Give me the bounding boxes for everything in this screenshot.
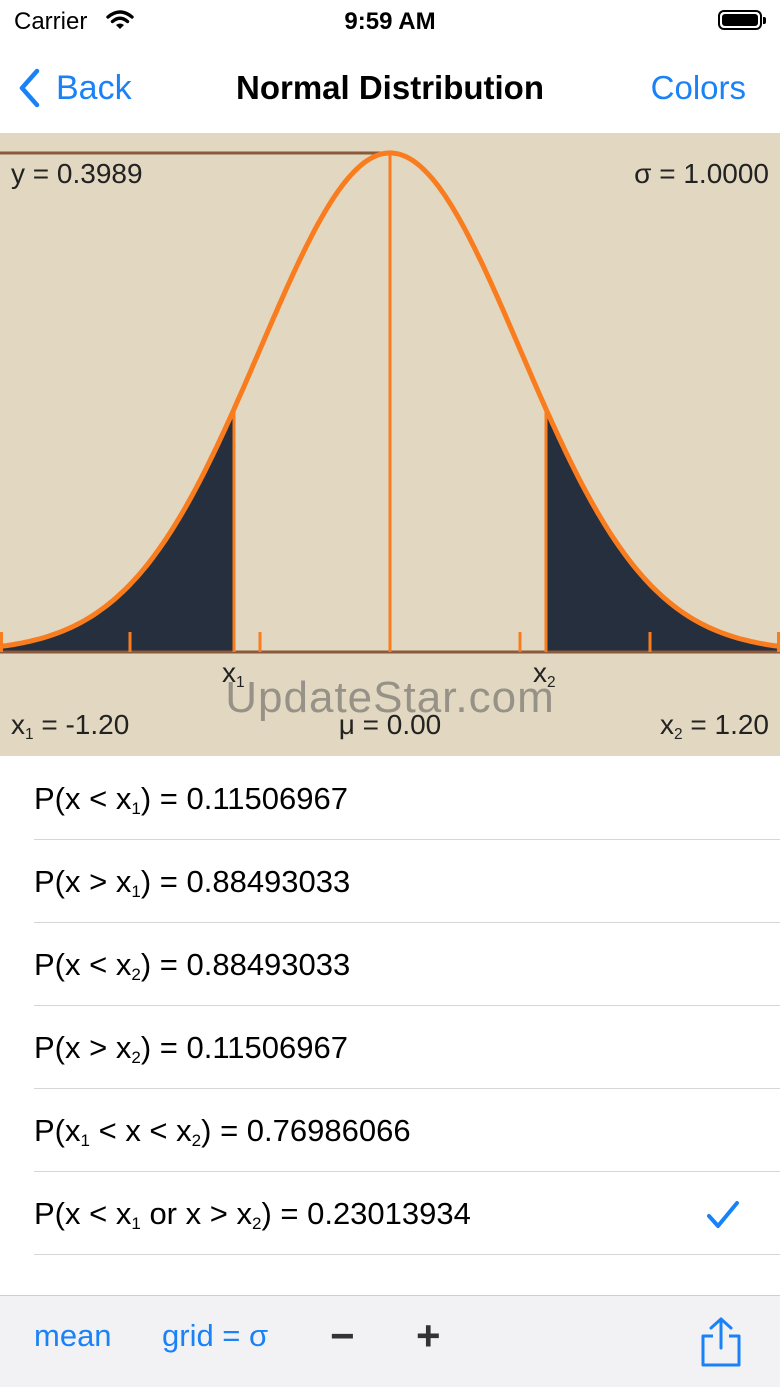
plus-button[interactable]: + bbox=[416, 1312, 441, 1360]
peak-y-label: y = 0.3989 bbox=[11, 158, 143, 189]
bottom-toolbar: mean grid = σ − + bbox=[0, 1295, 780, 1387]
chart-canvas bbox=[0, 150, 780, 654]
x2-value-label: x2 = 1.20 bbox=[660, 709, 769, 743]
list-item[interactable]: P(x < x1) = 0.11506967 bbox=[34, 757, 780, 840]
grid-button[interactable]: grid = σ bbox=[162, 1318, 268, 1354]
battery-icon bbox=[718, 10, 766, 30]
probability-list: P(x < x1) = 0.11506967 P(x > x1) = 0.884… bbox=[0, 757, 780, 1255]
right-tail-area bbox=[546, 409, 780, 652]
normal-distribution-chart[interactable]: y = 0.3989 σ = 1.0000 x1 x2 UpdateStar.c… bbox=[0, 133, 780, 756]
list-item[interactable]: P(x > x2) = 0.11506967 bbox=[34, 1006, 780, 1089]
share-icon[interactable] bbox=[698, 1316, 744, 1373]
left-tail-area bbox=[0, 409, 234, 652]
status-bar: Carrier 9:59 AM bbox=[0, 0, 780, 44]
status-time: 9:59 AM bbox=[344, 8, 436, 35]
checkmark-icon bbox=[706, 1172, 740, 1255]
list-item[interactable]: P(x > x1) = 0.88493033 bbox=[34, 840, 780, 923]
mean-button[interactable]: mean bbox=[34, 1318, 112, 1354]
list-item-selected[interactable]: P(x < x1 or x > x2) = 0.23013934 bbox=[34, 1172, 780, 1255]
list-item[interactable]: P(x < x2) = 0.88493033 bbox=[34, 923, 780, 1006]
navigation-bar: Back Normal Distribution Colors bbox=[0, 44, 780, 132]
list-item[interactable]: P(x1 < x < x2) = 0.76986066 bbox=[34, 1089, 780, 1172]
colors-button[interactable]: Colors bbox=[651, 66, 746, 110]
minus-button[interactable]: − bbox=[330, 1312, 355, 1360]
sigma-label: σ = 1.0000 bbox=[634, 158, 769, 189]
